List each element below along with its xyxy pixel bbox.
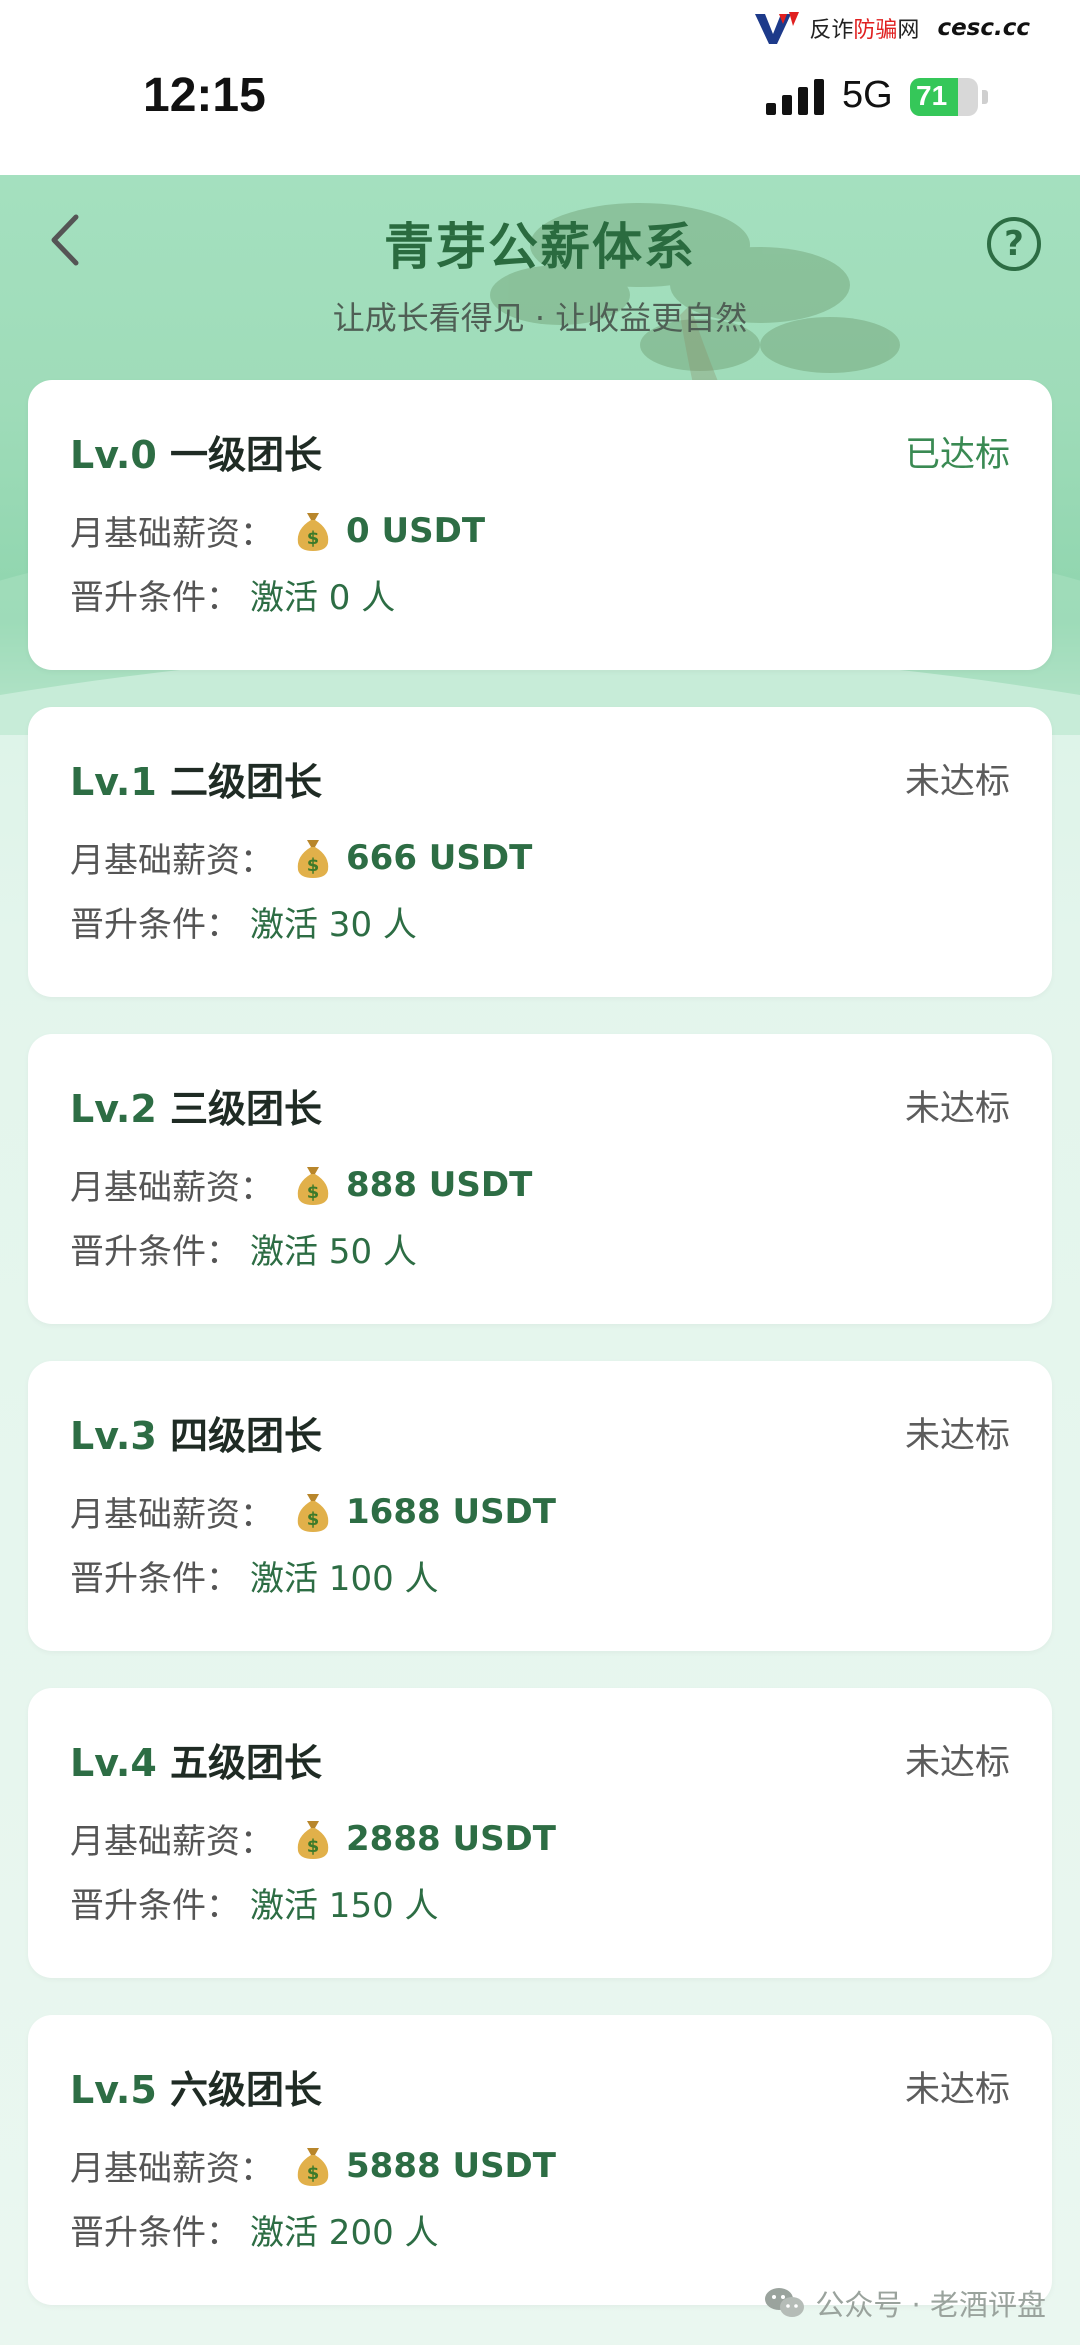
salary-row: 月基础薪资： $ 0 USDT [70,506,485,555]
level-card: Lv.1 二级团长 未达标 月基础薪资： $ 666 USDT 晋升条件： 激活… [28,707,1052,997]
salary-value: 1688 USDT [346,1491,556,1532]
level-status: 未达标 [904,1416,1010,1456]
money-bag-icon: $ [297,1820,329,1859]
level-title: Lv.4 五级团长 [70,1741,323,1785]
salary-label: 月基础薪资： [70,1495,274,1535]
watermark-site: cesc.cc [937,15,1030,41]
question-circle-icon: ? [1004,224,1024,264]
condition-label: 晋升条件： [70,1886,240,1926]
condition-value: 激活 30 人 [250,905,417,945]
page-title: 青芽公薪体系 [384,218,696,276]
condition-label: 晋升条件： [70,2213,240,2253]
help-button[interactable]: ? [987,217,1041,271]
salary-label: 月基础薪资： [70,1168,274,1208]
watermark-top: 反诈防骗网 cesc.cc [753,8,1030,48]
level-card-list: Lv.0 一级团长 已达标 月基础薪资： $ 0 USDT 晋升条件： 激活 0… [28,380,1052,2342]
level-card: Lv.4 五级团长 未达标 月基础薪资： $ 2888 USDT 晋升条件： 激… [28,1688,1052,1978]
svg-text:$: $ [307,1509,320,1530]
condition-label: 晋升条件： [70,578,240,618]
wechat-icon [765,2288,805,2317]
level-title: Lv.2 三级团长 [70,1087,323,1131]
level-card: Lv.3 四级团长 未达标 月基础薪资： $ 1688 USDT 晋升条件： 激… [28,1361,1052,1651]
svg-text:$: $ [307,1182,320,1203]
salary-label: 月基础薪资： [70,1822,274,1862]
svg-text:$: $ [307,855,320,876]
money-bag-icon: $ [297,1493,329,1532]
network-type: 5G [842,74,893,116]
level-title: Lv.0 一级团长 [70,433,323,477]
condition-label: 晋升条件： [70,1232,240,1272]
salary-value: 5888 USDT [346,2145,556,2186]
status-time: 12:15 [143,69,266,122]
cellular-signal-icon [766,79,824,115]
salary-row: 月基础薪资： $ 888 USDT [70,1160,532,1209]
salary-label: 月基础薪资： [70,514,274,554]
battery-icon: 71 [910,78,978,116]
anti-fraud-logo-icon [755,12,800,44]
condition-value: 激活 100 人 [250,1559,439,1599]
svg-text:$: $ [307,2163,320,2184]
salary-value: 2888 USDT [346,1818,556,1859]
condition-label: 晋升条件： [70,905,240,945]
svg-text:$: $ [307,1836,320,1857]
salary-label: 月基础薪资： [70,2149,274,2189]
salary-row: 月基础薪资： $ 2888 USDT [70,1814,556,1863]
level-card: Lv.0 一级团长 已达标 月基础薪资： $ 0 USDT 晋升条件： 激活 0… [28,380,1052,670]
money-bag-icon: $ [297,512,329,551]
level-status: 已达标 [904,435,1010,475]
condition-row: 晋升条件： 激活 150 人 [70,1878,439,1927]
salary-row: 月基础薪资： $ 666 USDT [70,833,532,882]
condition-row: 晋升条件： 激活 0 人 [70,570,395,619]
level-title: Lv.5 六级团长 [70,2068,323,2112]
condition-value: 激活 200 人 [250,2213,439,2253]
battery-percent: 71 [916,80,948,111]
level-card: Lv.5 六级团长 未达标 月基础薪资： $ 5888 USDT 晋升条件： 激… [28,2015,1052,2305]
salary-value: 888 USDT [346,1164,533,1205]
level-card: Lv.2 三级团长 未达标 月基础薪资： $ 888 USDT 晋升条件： 激活… [28,1034,1052,1324]
condition-row: 晋升条件： 激活 100 人 [70,1551,439,1600]
condition-row: 晋升条件： 激活 200 人 [70,2205,439,2254]
salary-label: 月基础薪资： [70,841,274,881]
svg-text:$: $ [307,528,320,549]
level-status: 未达标 [904,1743,1010,1783]
watermark-bottom-text: 公众号 · 老酒评盘 [815,2288,1046,2322]
condition-value: 激活 0 人 [250,578,396,618]
level-status: 未达标 [904,1089,1010,1129]
watermark-text: 反诈防骗网 [809,18,920,43]
condition-label: 晋升条件： [70,1559,240,1599]
salary-row: 月基础薪资： $ 5888 USDT [70,2141,556,2190]
condition-row: 晋升条件： 激活 50 人 [70,1224,417,1273]
watermark-bottom: 公众号 · 老酒评盘 [763,2282,1046,2324]
money-bag-icon: $ [297,1166,329,1205]
salary-value: 666 USDT [346,837,533,878]
salary-value: 0 USDT [346,510,486,551]
level-title: Lv.3 四级团长 [70,1414,323,1458]
level-status: 未达标 [904,2070,1010,2110]
salary-row: 月基础薪资： $ 1688 USDT [70,1487,556,1536]
level-status: 未达标 [904,762,1010,802]
level-title: Lv.1 二级团长 [70,760,323,804]
condition-value: 激活 50 人 [250,1232,417,1272]
condition-row: 晋升条件： 激活 30 人 [70,897,417,946]
page-subtitle: 让成长看得见 · 让收益更自然 [332,299,748,337]
money-bag-icon: $ [297,2147,329,2186]
money-bag-icon: $ [297,839,329,878]
condition-value: 激活 150 人 [250,1886,439,1926]
battery-tip [982,90,988,104]
status-bar: 反诈防骗网 cesc.cc 12:15 5G 71 [0,0,1080,175]
